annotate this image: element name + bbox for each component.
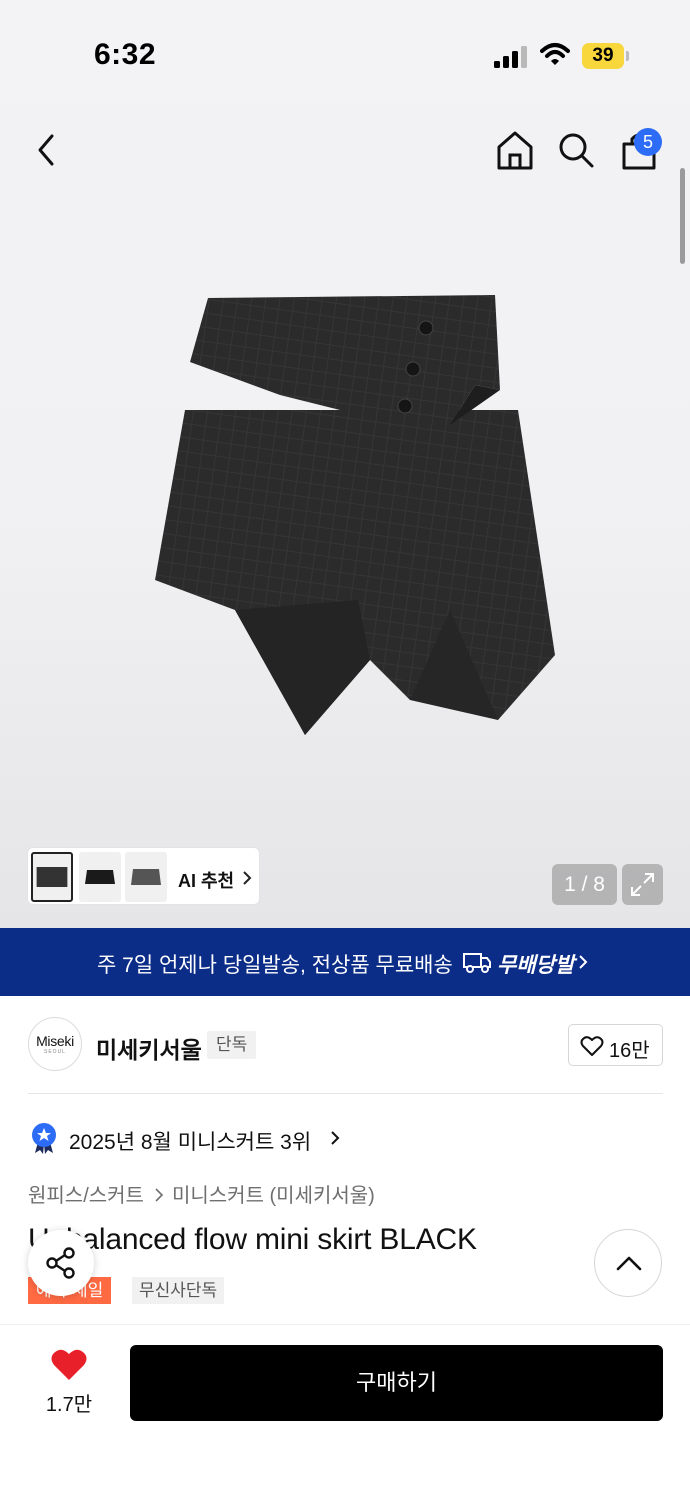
musinsa-exclusive-tag: 무신사단독 — [132, 1277, 225, 1304]
thumbnail-image — [36, 867, 68, 887]
wifi-icon — [540, 43, 570, 65]
brand-logo-text: Miseki — [36, 1033, 74, 1049]
product-title: Unbalanced flow mini skirt BLACK — [28, 1223, 477, 1256]
divider — [28, 1093, 663, 1094]
exclusive-tag: 단독 — [207, 1031, 257, 1059]
expand-icon — [631, 873, 654, 896]
breadcrumb-category[interactable]: 원피스/스커트 — [28, 1185, 144, 1207]
cellular-signal-icon — [494, 46, 527, 68]
cart-count-badge: 5 — [634, 128, 662, 156]
thumbnail-image — [131, 869, 161, 885]
chevron-up-icon — [616, 1256, 642, 1271]
heart-filled-icon[interactable] — [50, 1348, 88, 1382]
battery-nub — [626, 51, 629, 61]
thumbnail-3[interactable] — [125, 852, 167, 902]
share-button[interactable] — [28, 1230, 94, 1296]
brand-logo-sub: SEOUL — [44, 1049, 66, 1055]
battery-percent: 39 — [592, 45, 614, 66]
chevron-right-icon — [579, 955, 588, 969]
image-pager: 1 / 8 — [552, 864, 617, 905]
banner-text: 주 7일 언제나 당일발송, 전상품 무료배송 — [97, 954, 453, 977]
breadcrumb-subcategory[interactable]: 미니스커트 (미세키서울) — [172, 1185, 375, 1207]
wish-count: 1.7만 — [45, 1394, 93, 1416]
scroll-to-top-button[interactable] — [594, 1229, 662, 1297]
product-image-skirt[interactable] — [120, 280, 570, 750]
scrollbar[interactable] — [680, 168, 685, 264]
battery-indicator: 39 — [582, 43, 630, 69]
brand-like-button[interactable]: 16만 — [568, 1024, 663, 1066]
brand-name[interactable]: 미세키서울 — [96, 1031, 202, 1065]
chevron-right-icon — [155, 1188, 164, 1202]
ranking-medal-icon — [32, 1123, 56, 1154]
brand-logo[interactable]: Miseki SEOUL — [28, 1017, 82, 1071]
banner-brand: 무배당발 — [497, 954, 575, 977]
buy-button[interactable]: 구매하기 — [130, 1345, 663, 1421]
delivery-truck-icon — [463, 953, 491, 973]
thumbnail-image — [85, 870, 115, 884]
back-icon[interactable] — [28, 128, 68, 172]
status-bar: 6:32 39 — [0, 0, 690, 100]
ranking-text[interactable]: 2025년 8월 미니스커트 3위 — [69, 1126, 311, 1156]
status-time: 6:32 — [94, 38, 157, 71]
heart-outline-icon — [580, 1036, 604, 1056]
delivery-banner[interactable]: 주 7일 언제나 당일발송, 전상품 무료배송 무배당발 — [0, 928, 690, 996]
home-icon[interactable] — [494, 128, 536, 172]
brand-like-count: 16만 — [609, 1040, 650, 1062]
share-icon — [46, 1247, 75, 1279]
product-hero: 6:32 39 5 AI 추천 1 / 8 — [0, 0, 690, 928]
breadcrumb: 원피스/스커트 미니스커트 (미세키서울) — [28, 1179, 375, 1208]
ai-recommend-strip[interactable]: AI 추천 — [27, 847, 260, 905]
search-icon[interactable] — [556, 130, 596, 170]
chevron-right-icon — [331, 1131, 340, 1145]
chevron-right-icon — [243, 871, 252, 885]
expand-button[interactable] — [622, 864, 663, 905]
thumbnail-2[interactable] — [79, 852, 121, 902]
ai-recommend-label[interactable]: AI 추천 — [178, 867, 234, 893]
thumbnail-1[interactable] — [31, 852, 73, 902]
